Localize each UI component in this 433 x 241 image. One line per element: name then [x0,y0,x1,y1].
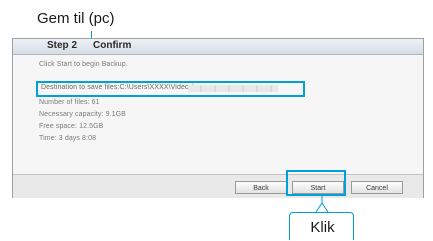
klik-label: Klik [310,219,335,236]
pointer-chevron-icon [315,196,329,213]
klik-callout: Klik [289,212,354,240]
